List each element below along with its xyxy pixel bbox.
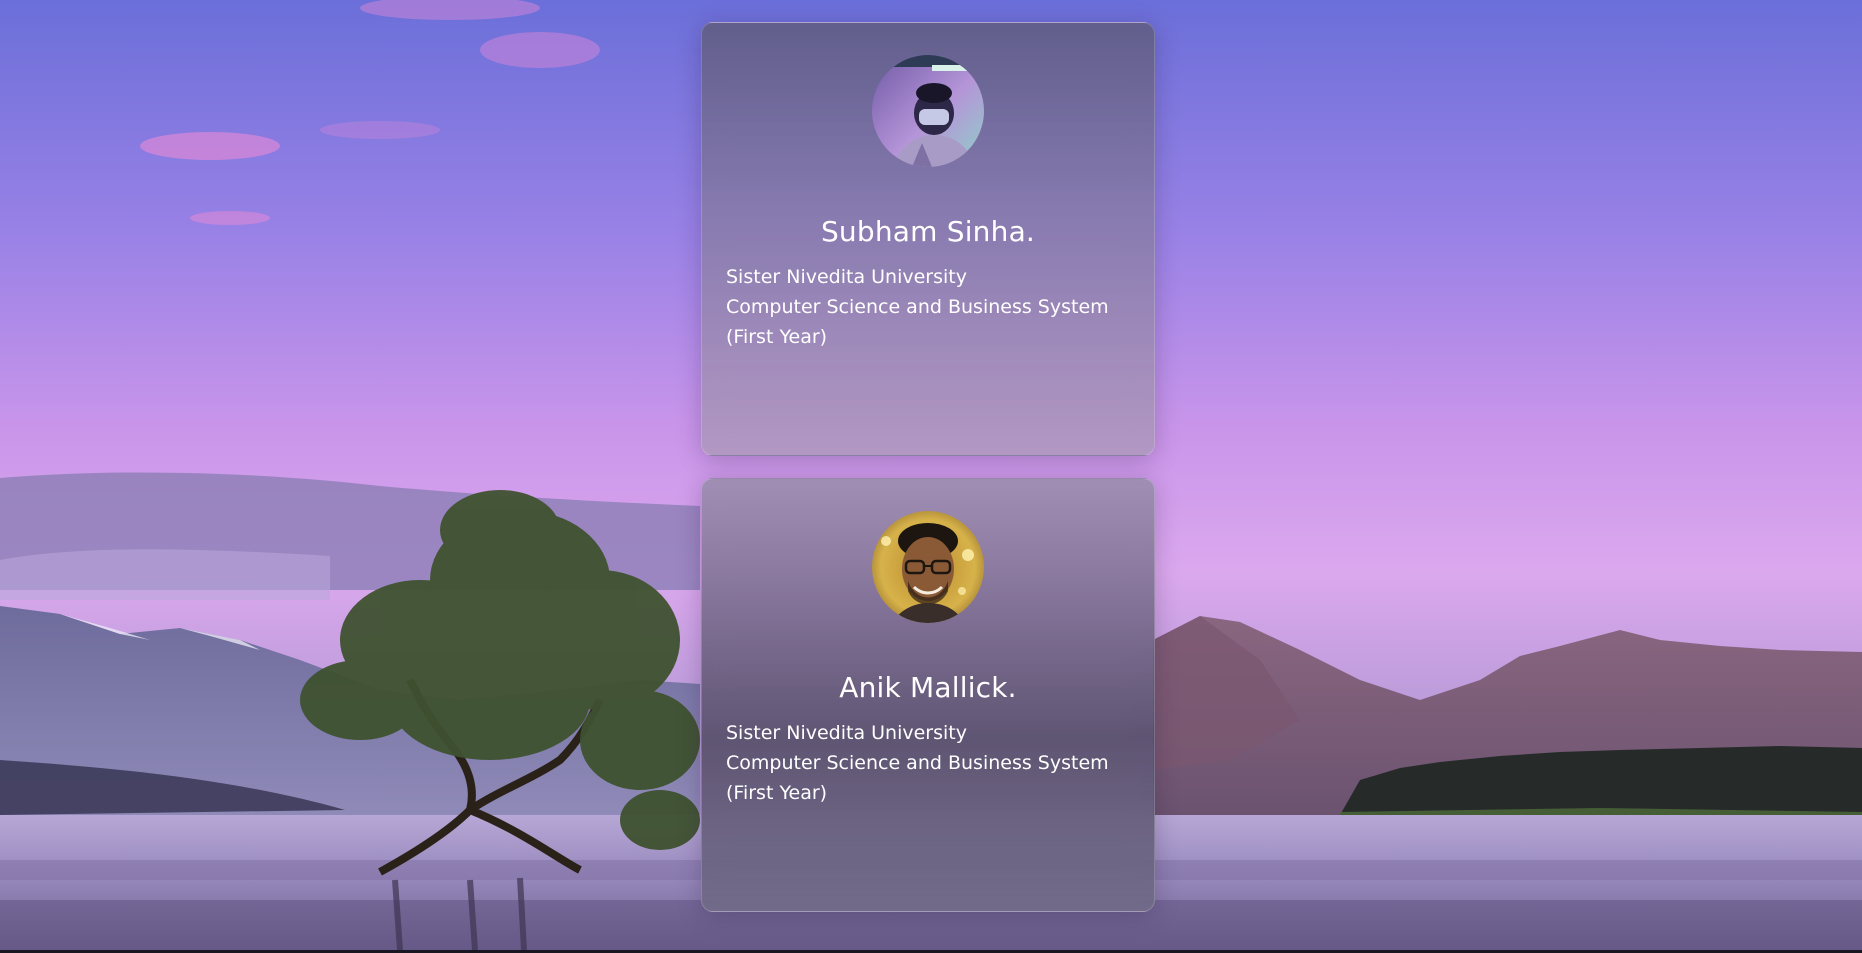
- profile-department: Computer Science and Business System: [726, 752, 1109, 774]
- profile-card: Subham Sinha. Sister Nivedita University…: [701, 22, 1155, 456]
- person-masked-photo-icon: [872, 55, 984, 167]
- profile-department: Computer Science and Business System: [726, 296, 1109, 318]
- profile-university: Sister Nivedita University: [726, 266, 967, 288]
- profile-university: Sister Nivedita University: [726, 722, 967, 744]
- avatar: [872, 511, 984, 623]
- profile-year: (First Year): [726, 782, 828, 804]
- profile-name: Anik Mallick.: [839, 671, 1017, 704]
- person-glasses-photo-icon: [872, 511, 984, 623]
- page-root: Subham Sinha. Sister Nivedita University…: [0, 0, 1862, 953]
- avatar: [872, 55, 984, 167]
- profile-card: Anik Mallick. Sister Nivedita University…: [701, 478, 1155, 912]
- profile-year: (First Year): [726, 326, 828, 348]
- profile-name: Subham Sinha.: [820, 215, 1036, 248]
